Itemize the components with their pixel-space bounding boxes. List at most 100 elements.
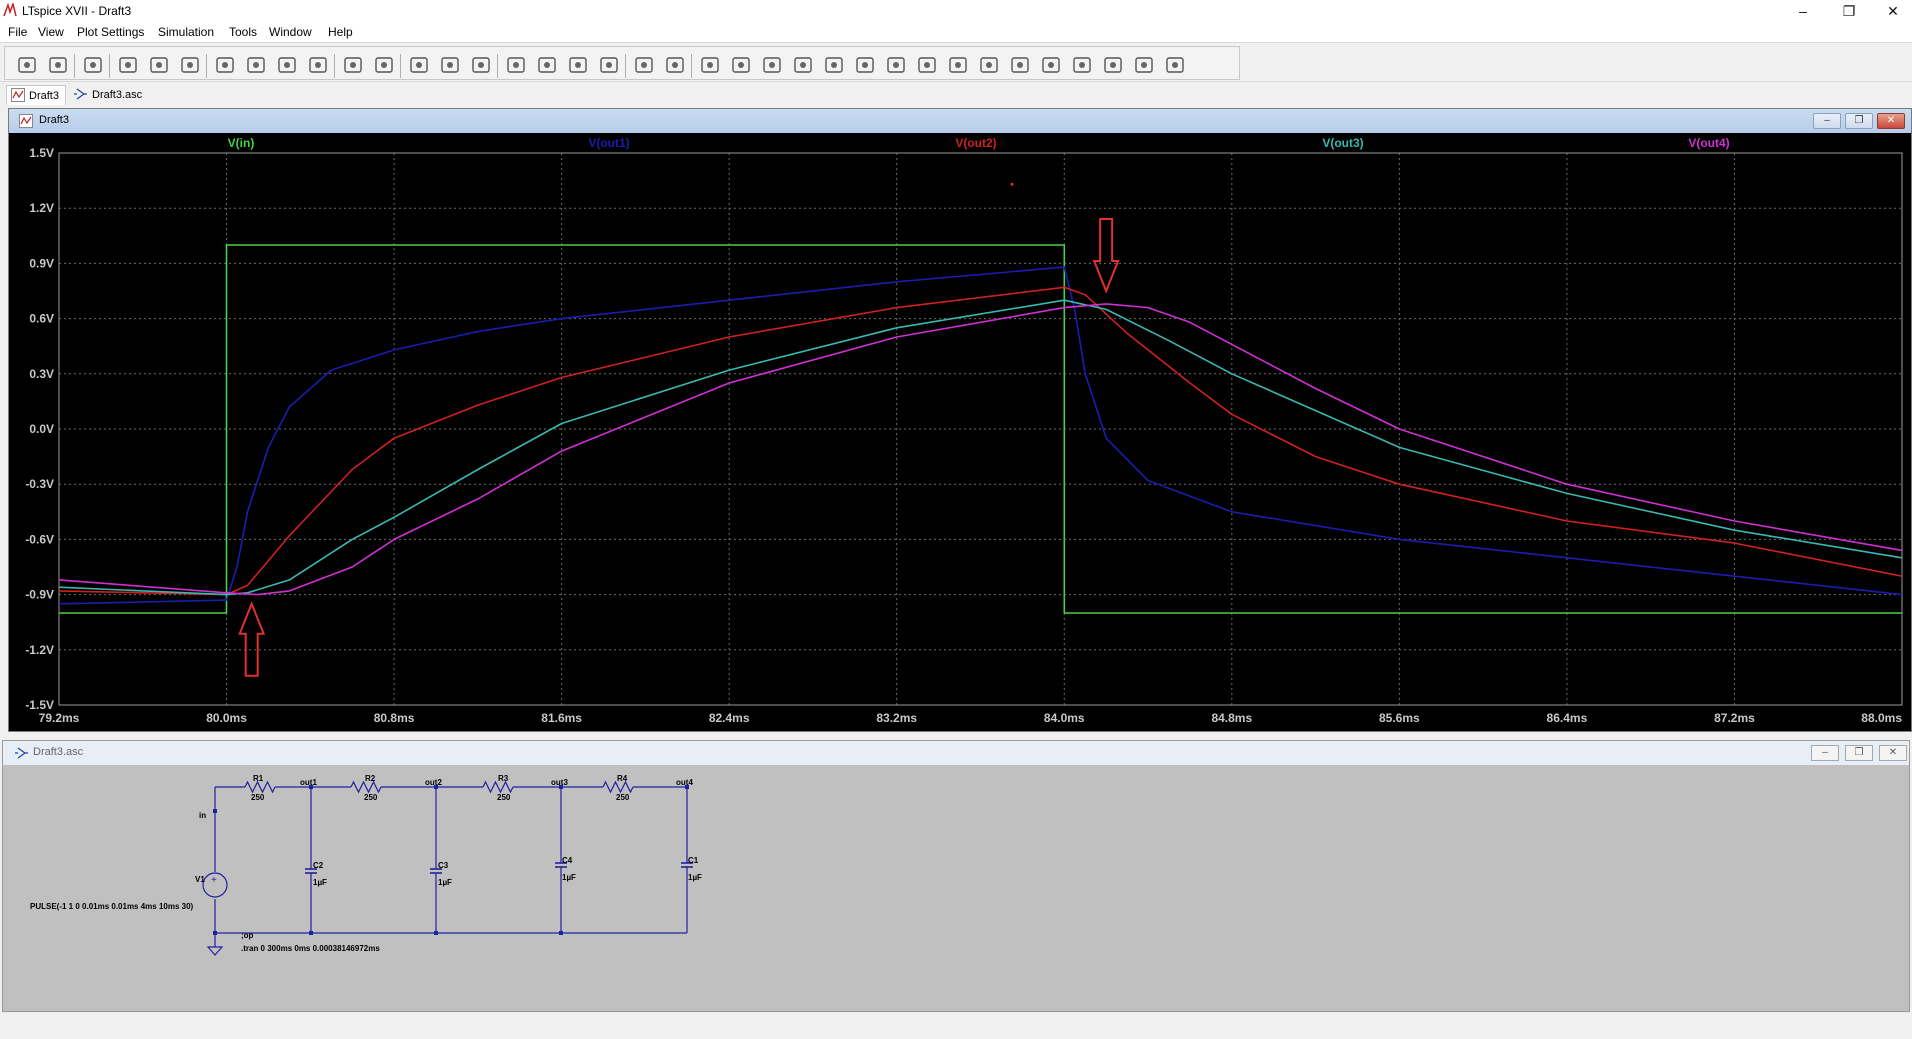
- open-icon[interactable]: [46, 53, 70, 77]
- v1-value: PULSE(-1 1 0 0.01ms 0.01ms 4ms 10ms 30): [30, 902, 194, 911]
- restore-button[interactable]: ❐: [1826, 0, 1872, 22]
- inductor-icon[interactable]: [853, 53, 877, 77]
- x-tick-label: 83.2ms: [876, 711, 917, 725]
- cut-icon[interactable]: [504, 53, 528, 77]
- resistor-symbol-r1[interactable]: [244, 780, 276, 794]
- menu-window[interactable]: Window: [269, 25, 312, 39]
- resistor-symbol-r3[interactable]: [482, 780, 514, 794]
- r2-value: 250: [364, 793, 378, 802]
- net-out1-label: out1: [300, 778, 317, 787]
- undo-icon[interactable]: [1008, 53, 1032, 77]
- rotate-icon[interactable]: [1070, 53, 1094, 77]
- net-out3-label: out3: [551, 778, 568, 787]
- schematic-restore-button[interactable]: ❐: [1845, 745, 1873, 761]
- run-icon[interactable]: [15, 53, 39, 77]
- find-icon[interactable]: [597, 53, 621, 77]
- legend-v-out3[interactable]: V(out3): [1322, 136, 1363, 150]
- schematic-window: Draft3.asc – ❐ ✕ + R1 250 R2 250 R3 250 …: [2, 740, 1910, 1012]
- plot-minimize-button[interactable]: –: [1813, 113, 1841, 129]
- junction-dot: [213, 809, 217, 813]
- menu-plot-settings[interactable]: Plot Settings: [77, 25, 144, 39]
- legend-v-out2[interactable]: V(out2): [955, 136, 996, 150]
- legend-v-in[interactable]: V(in): [228, 136, 255, 150]
- menu-help[interactable]: Help: [328, 25, 353, 39]
- component-icon[interactable]: [915, 53, 939, 77]
- plot-close-button[interactable]: ✕: [1877, 113, 1905, 129]
- net-out4-label: out4: [676, 778, 693, 787]
- text-icon[interactable]: [1132, 53, 1156, 77]
- resistor-icon[interactable]: [791, 53, 815, 77]
- junction-dot: [213, 931, 217, 935]
- drag-hand-icon[interactable]: [977, 53, 1001, 77]
- schematic-close-button[interactable]: ✕: [1879, 745, 1907, 761]
- toolbar-separator: [625, 54, 626, 78]
- autorange-icon[interactable]: [341, 53, 365, 77]
- zoom-cancel-icon[interactable]: [306, 53, 330, 77]
- status-bar: [0, 1014, 1912, 1039]
- trace-v-out2[interactable]: [58, 286, 1903, 596]
- control-panel-icon[interactable]: [116, 53, 140, 77]
- spice-directive-icon[interactable]: [1163, 53, 1187, 77]
- y-tick-label: 0.0V: [29, 422, 54, 436]
- menu-view[interactable]: View: [38, 25, 64, 39]
- toolbar-separator: [74, 54, 75, 78]
- close-button[interactable]: ✕: [1870, 0, 1912, 22]
- zoom-out-icon[interactable]: [275, 53, 299, 77]
- save-icon[interactable]: [81, 53, 105, 77]
- schematic-minimize-button[interactable]: –: [1811, 745, 1839, 761]
- menu-file[interactable]: File: [8, 25, 27, 39]
- tile-horizontal-icon[interactable]: [407, 53, 431, 77]
- copy-icon[interactable]: [535, 53, 559, 77]
- x-tick-label: 80.0ms: [206, 711, 247, 725]
- label-net-icon[interactable]: [760, 53, 784, 77]
- c3-value: 1µF: [438, 878, 452, 887]
- toolbar-separator: [334, 54, 335, 78]
- legend-v-out1[interactable]: V(out1): [588, 136, 629, 150]
- ground-icon[interactable]: [729, 53, 753, 77]
- minimize-button[interactable]: –: [1780, 0, 1826, 22]
- capacitor-icon[interactable]: [822, 53, 846, 77]
- c2-label: C2: [313, 861, 324, 870]
- cascade-icon[interactable]: [469, 53, 493, 77]
- x-tick-label: 81.6ms: [541, 711, 582, 725]
- mirror-icon[interactable]: [1101, 53, 1125, 77]
- plot-area[interactable]: 79.2ms 80.0ms 80.8ms 81.6ms 82.4ms 83.2ms 84.0…: [9, 133, 1911, 731]
- wire-icon[interactable]: [698, 53, 722, 77]
- schematic-icon: [74, 88, 87, 100]
- trace-v-out3[interactable]: [58, 299, 1903, 596]
- ground-symbol[interactable]: [206, 946, 224, 956]
- move-hand-icon[interactable]: [946, 53, 970, 77]
- y-tick-label: 0.9V: [29, 256, 54, 270]
- plot-title-bar: Draft3 – ❐ ✕: [9, 109, 1911, 133]
- tran-directive[interactable]: .tran 0 300ms 0ms 0.00038146972ms: [241, 944, 380, 953]
- plot-restore-button[interactable]: ❐: [1845, 113, 1873, 129]
- resistor-symbol-r2[interactable]: [350, 780, 382, 794]
- op-directive[interactable]: ;op: [241, 931, 254, 940]
- menu-simulation[interactable]: Simulation: [158, 25, 214, 39]
- tab-draft3-asc[interactable]: Draft3.asc: [70, 85, 150, 105]
- title-bar: LTspice XVII - Draft3 – ❐ ✕: [0, 0, 1912, 22]
- print-icon[interactable]: [632, 53, 656, 77]
- tab-draft3-label: Draft3: [29, 90, 59, 102]
- zoom-area-icon[interactable]: [244, 53, 268, 77]
- toolbar-separator: [109, 54, 110, 78]
- menu-tools[interactable]: Tools: [229, 25, 257, 39]
- resistor-symbol-r4[interactable]: [602, 780, 634, 794]
- pan-hand-icon[interactable]: [178, 53, 202, 77]
- tab-draft3[interactable]: Draft3: [6, 85, 66, 105]
- diode-icon[interactable]: [884, 53, 908, 77]
- schematic-icon: [15, 747, 28, 759]
- waveform-chart[interactable]: 79.2ms 80.0ms 80.8ms 81.6ms 82.4ms 83.2ms 84.0…: [9, 133, 1911, 731]
- schematic-canvas[interactable]: + R1 250 R2 250 R3 250 R4 250 in out1 ou…: [9, 767, 1905, 1007]
- toolbar-separator: [497, 54, 498, 78]
- trace-v-out1[interactable]: [58, 266, 1903, 605]
- fit-icon[interactable]: [372, 53, 396, 77]
- halt-icon[interactable]: [147, 53, 171, 77]
- legend-v-out4[interactable]: V(out4): [1688, 136, 1729, 150]
- redo-icon[interactable]: [1039, 53, 1063, 77]
- schematic-drawing[interactable]: + R1 250 R2 250 R3 250 R4 250 in out1 ou…: [9, 767, 1905, 1007]
- tile-vertical-icon[interactable]: [438, 53, 462, 77]
- zoom-in-icon[interactable]: [213, 53, 237, 77]
- print-setup-icon[interactable]: [663, 53, 687, 77]
- paste-icon[interactable]: [566, 53, 590, 77]
